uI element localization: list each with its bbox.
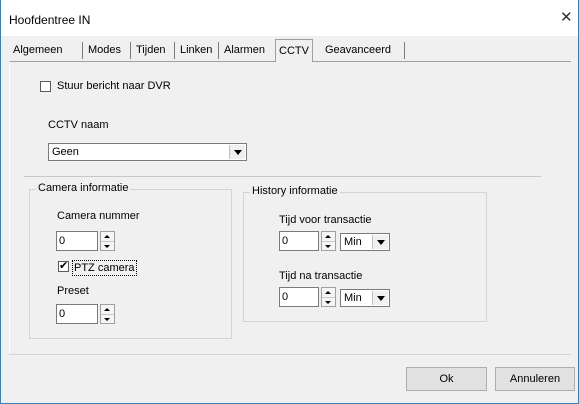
ok-button[interactable]: Ok bbox=[406, 367, 487, 391]
before-transaction-updown[interactable] bbox=[321, 231, 336, 251]
chevron-down-icon[interactable] bbox=[229, 145, 245, 159]
divider-line bbox=[24, 176, 541, 177]
before-unit-select[interactable]: Min bbox=[340, 233, 390, 251]
tab-algemeen[interactable]: Algemeen bbox=[10, 41, 66, 61]
tab-divider bbox=[218, 42, 219, 59]
chevron-down-icon[interactable] bbox=[372, 291, 388, 305]
title-bar: Hoofdentree IN ✕ bbox=[1, 0, 578, 36]
ptz-checkbox-label: PTZ camera bbox=[72, 260, 137, 276]
after-unit-value: Min bbox=[344, 292, 362, 304]
before-transaction-spinner[interactable]: 0 bbox=[279, 231, 339, 251]
cctv-name-select[interactable]: Geen bbox=[48, 143, 247, 161]
after-transaction-updown[interactable] bbox=[321, 287, 336, 307]
tab-alarmen[interactable]: Alarmen bbox=[221, 41, 268, 61]
preset-input[interactable]: 0 bbox=[56, 304, 98, 324]
camera-info-title: Camera informatie bbox=[36, 182, 131, 194]
tab-divider bbox=[404, 42, 405, 59]
after-transaction-input[interactable]: 0 bbox=[279, 287, 319, 307]
tab-linken[interactable]: Linken bbox=[177, 41, 216, 61]
dvr-checkbox-label: Stuur bericht naar DVR bbox=[57, 80, 171, 92]
before-transaction-input[interactable]: 0 bbox=[279, 231, 319, 251]
footer-separator bbox=[9, 354, 571, 355]
history-info-title: History informatie bbox=[250, 185, 340, 197]
tab-geavanceerd[interactable]: Geavanceerd bbox=[322, 41, 395, 61]
close-icon[interactable]: ✕ bbox=[560, 10, 573, 25]
camera-number-updown[interactable] bbox=[100, 231, 115, 251]
cancel-button[interactable]: Annuleren bbox=[495, 367, 575, 391]
before-unit-value: Min bbox=[344, 236, 362, 248]
tab-divider bbox=[130, 42, 131, 59]
after-transaction-spinner[interactable]: 0 bbox=[279, 287, 339, 307]
window-title: Hoofdentree IN bbox=[9, 13, 91, 27]
camera-number-label: Camera nummer bbox=[57, 210, 140, 222]
tab-divider bbox=[174, 42, 175, 59]
preset-spinner[interactable]: 0 bbox=[56, 304, 118, 324]
camera-number-input[interactable]: 0 bbox=[56, 231, 98, 251]
check-mark-icon: ✔ bbox=[59, 260, 69, 272]
dvr-checkbox[interactable] bbox=[40, 81, 51, 92]
dialog-window: Hoofdentree IN ✕ Algemeen Modes Tijden L… bbox=[0, 0, 579, 404]
chevron-down-icon[interactable] bbox=[372, 235, 388, 249]
after-transaction-label: Tijd na transactie bbox=[279, 270, 363, 282]
cctv-name-label: CCTV naam bbox=[48, 119, 109, 131]
ptz-checkbox[interactable]: ✔ bbox=[58, 260, 69, 272]
tab-tijden[interactable]: Tijden bbox=[133, 41, 169, 61]
preset-updown[interactable] bbox=[100, 304, 115, 324]
camera-number-spinner[interactable]: 0 bbox=[56, 231, 118, 251]
tab-divider bbox=[82, 42, 83, 59]
cctv-name-value: Geen bbox=[52, 146, 79, 158]
before-transaction-label: Tijd voor transactie bbox=[279, 214, 372, 226]
tab-modes[interactable]: Modes bbox=[85, 41, 125, 61]
after-unit-select[interactable]: Min bbox=[340, 289, 390, 307]
preset-label: Preset bbox=[57, 285, 89, 297]
tab-cctv[interactable]: CCTV bbox=[275, 39, 313, 62]
